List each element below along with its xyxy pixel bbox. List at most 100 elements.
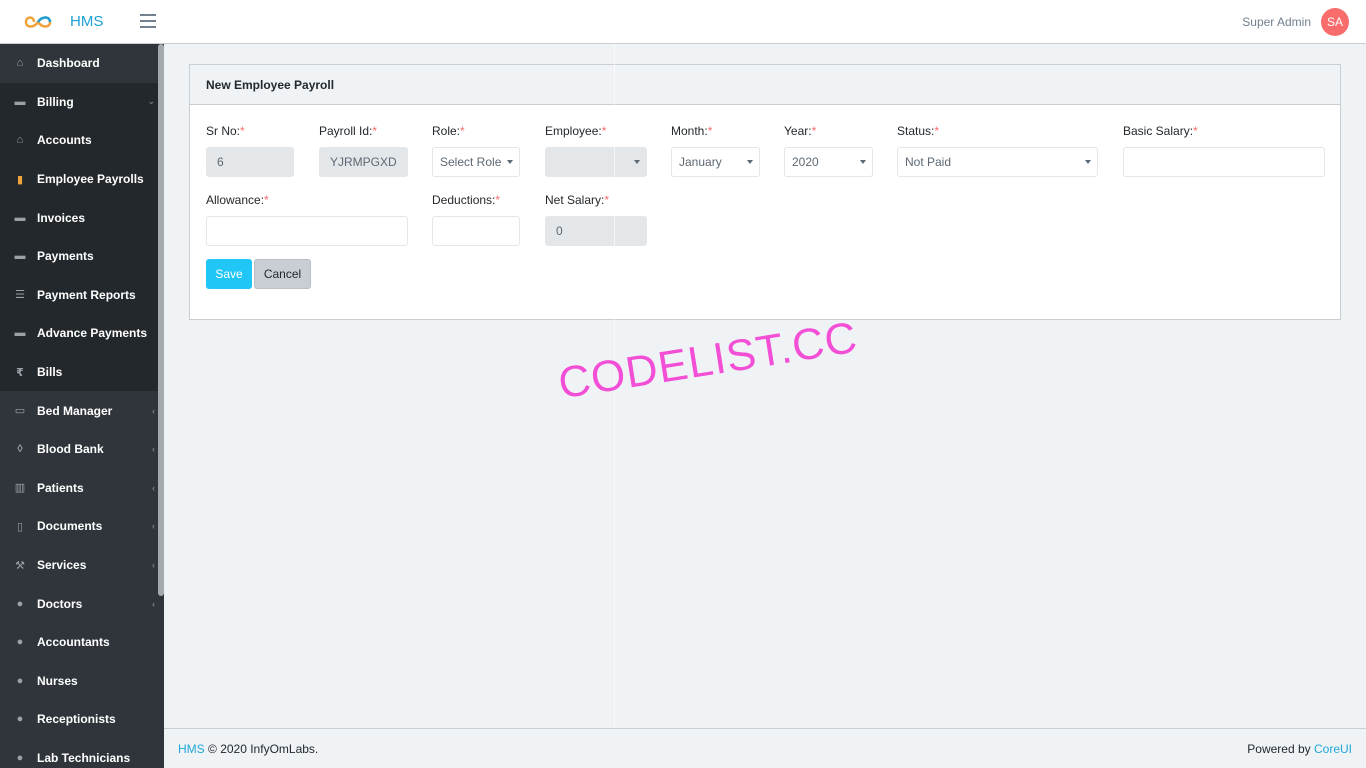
chevron-down-icon — [747, 160, 753, 164]
chevron-down-icon — [860, 160, 866, 164]
sidebar-item-label: Documents — [37, 519, 103, 534]
sidebar-item-label: Employee Payrolls — [37, 172, 144, 187]
status-select[interactable]: Not Paid — [897, 147, 1098, 177]
brand-name: HMS — [70, 13, 104, 30]
footer-brand-link[interactable]: HMS — [178, 742, 205, 756]
chevron-down-icon — [1085, 160, 1091, 164]
sidebar-item-label: Lab Technicians — [37, 750, 131, 765]
footer-copyright: HMS © 2020 InfyOmLabs. — [178, 742, 318, 756]
user-icon: ● — [16, 713, 24, 726]
sidebar-item-label: Blood Bank — [37, 442, 104, 457]
payroll-form-card: New Employee Payroll Sr No:* 6 Payroll I… — [189, 64, 1341, 320]
menu-toggle-icon[interactable] — [140, 14, 156, 28]
sidebar-item-doctors[interactable]: ● Doctors ‹ — [0, 584, 164, 623]
wrench-icon: ⚒ — [15, 559, 25, 572]
money-icon: ▬ — [14, 327, 26, 340]
card-title: New Employee Payroll — [190, 65, 1340, 105]
sidebar-item-label: Bills — [37, 365, 63, 380]
chevron-icon: ‹ — [152, 482, 155, 493]
divider-line — [614, 44, 615, 768]
user-name[interactable]: Super Admin — [1242, 15, 1311, 29]
allowance-input[interactable] — [206, 216, 408, 246]
sidebar-item-nurses[interactable]: ● Nurses — [0, 662, 164, 701]
sidebar-item-services[interactable]: ⚒ Services ‹ — [0, 546, 164, 585]
sidebar-item-receptionists[interactable]: ● Receptionists — [0, 700, 164, 739]
users-icon: ● — [16, 636, 24, 649]
sidebar-item-label: Accounts — [37, 133, 92, 148]
sidebar-item-label: Services — [37, 558, 87, 573]
list-icon: ☰ — [15, 289, 25, 302]
basic-salary-field: Basic Salary:* — [1123, 124, 1325, 177]
chevron-icon: ‹ — [152, 405, 155, 416]
sidebar-item-bed-manager[interactable]: ▭ Bed Manager ‹ — [0, 391, 164, 430]
sidebar-item-advance-payments[interactable]: ▬ Advance Payments — [0, 314, 164, 353]
user-icon: ● — [16, 674, 24, 687]
bank-icon: ⌂ — [16, 134, 24, 147]
sidebar-item-label: Bed Manager — [37, 403, 113, 418]
year-select[interactable]: 2020 — [784, 147, 873, 177]
employee-select[interactable] — [545, 147, 647, 177]
sidebar-item-label: Nurses — [37, 673, 78, 688]
deductions-field: Deductions:* — [432, 193, 520, 246]
footer-coreui-link[interactable]: CoreUI — [1314, 742, 1352, 756]
sidebar-item-label: Billing — [37, 94, 74, 109]
status-field: Status:* Not Paid — [897, 124, 1098, 177]
sidebar-item-patients[interactable]: ▥ Patients ‹ — [0, 469, 164, 508]
sidebar-item-label: Accountants — [37, 635, 110, 650]
chevron-icon: ‹ — [152, 444, 155, 455]
sidebar-item-label: Dashboard — [37, 56, 100, 71]
footer-powered: Powered by CoreUI — [1247, 742, 1352, 756]
sidebar-item-lab-technicians[interactable]: ● Lab Technicians — [0, 739, 164, 768]
footer-powered-text: Powered by — [1247, 741, 1311, 756]
net-salary-field: Net Salary:* 0 — [545, 193, 647, 246]
deductions-input[interactable] — [432, 216, 520, 246]
year-field: Year:* 2020 — [784, 124, 873, 177]
sidebar-item-dashboard[interactable]: ⌂ Dashboard — [0, 44, 164, 83]
rupee-icon: ₹ — [16, 366, 24, 379]
avatar[interactable]: SA — [1321, 8, 1349, 36]
month-select[interactable]: January — [671, 147, 760, 177]
sidebar-item-payment-reports[interactable]: ☰ Payment Reports — [0, 275, 164, 315]
sidebar-item-blood-bank[interactable]: ◊ Blood Bank ‹ — [0, 430, 164, 469]
sidebar-item-invoices[interactable]: ▬ Invoices — [0, 198, 164, 237]
drop-icon: ◊ — [17, 443, 23, 456]
sidebar-item-documents[interactable]: ▯ Documents ‹ — [0, 507, 164, 546]
role-select[interactable]: Select Role — [432, 147, 520, 177]
chevron-icon: ⌄ — [147, 96, 155, 107]
sidebar-item-bills[interactable]: ₹ Bills — [0, 352, 164, 392]
sidebar-item-label: Invoices — [37, 210, 86, 225]
chevron-icon: ‹ — [152, 521, 155, 532]
payroll-id-input: YJRMPGXD — [319, 147, 408, 177]
payroll-id-field: Payroll Id:* YJRMPGXD — [319, 124, 408, 177]
sidebar-item-employee-payrolls[interactable]: ▮ Employee Payrolls — [0, 159, 164, 199]
save-button[interactable]: Save — [206, 259, 252, 289]
sidebar-item-billing[interactable]: ▬ Billing ⌄ — [0, 82, 164, 122]
sidebar-item-label: Payments — [37, 249, 94, 264]
allowance-field: Allowance:* — [206, 193, 408, 246]
sidebar-item-accountants[interactable]: ● Accountants — [0, 623, 164, 662]
patients-icon: ▥ — [14, 482, 26, 495]
month-field: Month:* January — [671, 124, 760, 177]
money-icon: ▬ — [14, 250, 26, 263]
sidebar-item-accounts[interactable]: ⌂ Accounts — [0, 121, 164, 160]
sidebar-item-label: Receptionists — [37, 712, 116, 727]
basic-salary-input[interactable] — [1123, 147, 1325, 177]
chevron-icon: ‹ — [152, 560, 155, 571]
infinity-logo-icon — [24, 15, 52, 28]
home-icon: ⌂ — [16, 57, 24, 70]
main-content: New Employee Payroll Sr No:* 6 Payroll I… — [164, 44, 1366, 728]
bed-icon: ▭ — [14, 405, 26, 418]
sr-no-input: 6 — [206, 147, 294, 177]
role-field: Role:* Select Role — [432, 124, 520, 177]
sidebar-item-label: Doctors — [37, 596, 83, 611]
net-salary-input: 0 — [545, 216, 647, 246]
sr-no-field: Sr No:* 6 — [206, 124, 294, 177]
sidebar-item-payments[interactable]: ▬ Payments — [0, 236, 164, 276]
money-icon: ▬ — [14, 95, 26, 108]
sidebar-item-label: Patients — [37, 480, 84, 495]
sidebar: ⌂ Dashboard ▬ Billing ⌄ ⌂ Accounts ▮ Employee Pa… — [0, 44, 164, 768]
cancel-button[interactable]: Cancel — [254, 259, 311, 289]
chevron-icon: ‹ — [152, 598, 155, 609]
sidebar-item-label: Payment Reports — [37, 287, 136, 302]
footer-copyright-text: © 2020 InfyOmLabs. — [208, 741, 319, 756]
